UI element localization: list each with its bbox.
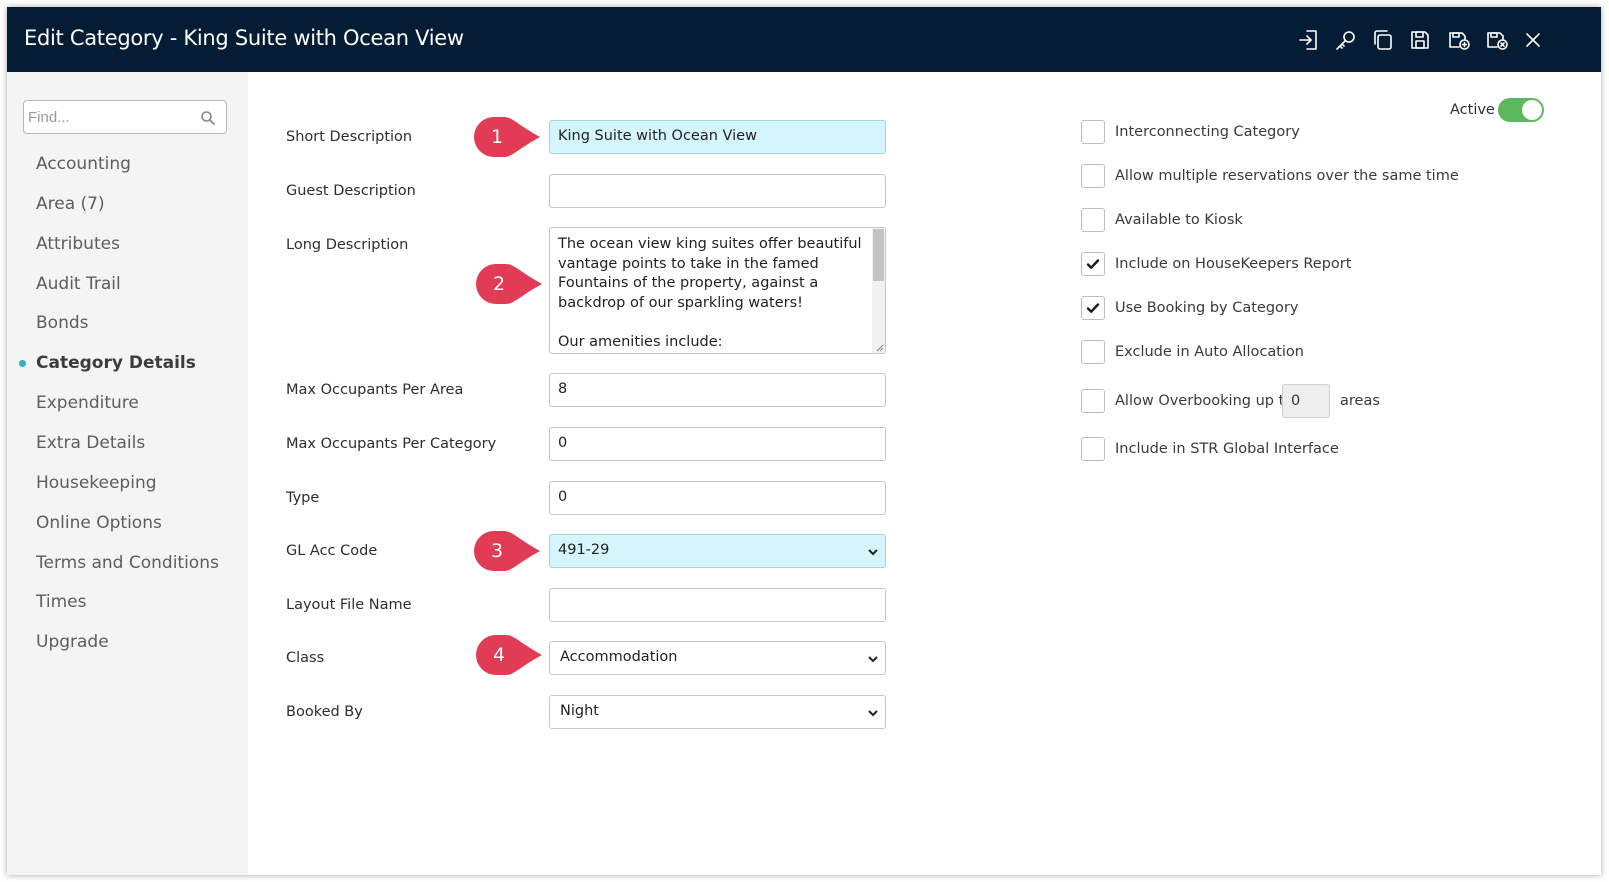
sidebar-item-expenditure[interactable]: Expenditure	[36, 393, 139, 413]
sidebar-item-times[interactable]: Times	[36, 592, 86, 612]
sidebar-item-attributes[interactable]: Attributes	[36, 234, 120, 254]
long-description-text: The ocean view king suites offer beautif…	[558, 236, 862, 350]
callout-badge-4: 4	[476, 635, 542, 675]
include-str-global-label: Include in STR Global Interface	[1115, 441, 1339, 457]
chevron-down-icon	[867, 546, 879, 558]
guest-description-label: Guest Description	[286, 183, 416, 199]
guest-description-input[interactable]	[549, 174, 886, 208]
class-select[interactable]: Accommodation	[549, 641, 886, 675]
toggle-knob	[1522, 100, 1542, 120]
sidebar-item-online-options[interactable]: Online Options	[36, 513, 162, 533]
interconnecting-category-label: Interconnecting Category	[1115, 124, 1300, 140]
short-description-label: Short Description	[286, 129, 413, 145]
category-details-form: Short Description King Suite with Ocean …	[248, 72, 1601, 875]
textarea-scrollbar[interactable]	[872, 228, 885, 353]
overbooking-areas-input[interactable]: 0	[1282, 384, 1330, 418]
save-new-icon[interactable]	[1446, 27, 1472, 53]
layout-file-name-label: Layout File Name	[286, 597, 412, 613]
sidebar-item-upgrade[interactable]: Upgrade	[36, 632, 109, 652]
sidebar-item-bonds[interactable]: Bonds	[36, 313, 89, 333]
active-toggle[interactable]	[1498, 98, 1544, 122]
sidebar-item-area[interactable]: Area (7)	[36, 194, 105, 214]
close-icon[interactable]	[1520, 27, 1546, 53]
checkmark-icon	[1086, 259, 1100, 269]
max-occupants-area-input[interactable]: 8	[549, 373, 886, 407]
allow-multiple-reservations-label: Allow multiple reservations over the sam…	[1115, 168, 1459, 184]
title-bar: Edit Category - King Suite with Ocean Vi…	[7, 7, 1601, 72]
window-title: Edit Category - King Suite with Ocean Vi…	[24, 26, 464, 50]
allow-overbooking-label: Allow Overbooking up to	[1115, 393, 1294, 409]
active-indicator-dot	[19, 360, 26, 367]
use-booking-by-category-label: Use Booking by Category	[1115, 300, 1299, 316]
long-description-label: Long Description	[286, 237, 409, 253]
allow-multiple-reservations-checkbox[interactable]	[1081, 164, 1105, 188]
import-icon[interactable]	[1296, 27, 1322, 53]
search-input[interactable]	[28, 107, 188, 127]
booked-by-select[interactable]: Night	[549, 695, 886, 729]
gl-acc-code-select[interactable]: 491-29	[549, 534, 886, 568]
search-icon[interactable]	[200, 110, 216, 126]
class-value: Accommodation	[560, 649, 678, 665]
booked-by-label: Booked By	[286, 704, 363, 720]
layout-file-name-input[interactable]	[549, 588, 886, 622]
max-occupants-area-label: Max Occupants Per Area	[286, 382, 464, 398]
sidebar-item-category-details[interactable]: Category Details	[36, 353, 196, 373]
callout-badge-3: 3	[474, 531, 540, 571]
chevron-down-icon	[867, 653, 879, 665]
copy-icon[interactable]	[1370, 27, 1396, 53]
scrollbar-thumb[interactable]	[873, 229, 884, 281]
interconnecting-category-checkbox[interactable]	[1081, 120, 1105, 144]
allow-overbooking-checkbox[interactable]	[1081, 389, 1105, 413]
max-occupants-category-input[interactable]: 0	[549, 427, 886, 461]
exclude-auto-allocation-checkbox[interactable]	[1081, 340, 1105, 364]
save-icon[interactable]	[1407, 27, 1433, 53]
sidebar-item-audit-trail[interactable]: Audit Trail	[36, 274, 121, 294]
sidebar-item-terms-and-conditions[interactable]: Terms and Conditions	[36, 553, 219, 573]
long-description-textarea[interactable]: The ocean view king suites offer beautif…	[549, 227, 886, 354]
search-box	[23, 100, 227, 134]
sidebar-item-accounting[interactable]: Accounting	[36, 154, 131, 174]
available-to-kiosk-checkbox[interactable]	[1081, 208, 1105, 232]
short-description-input[interactable]: King Suite with Ocean View	[549, 120, 886, 154]
resize-grip-icon[interactable]	[874, 342, 884, 352]
edit-category-window: Edit Category - King Suite with Ocean Vi…	[7, 7, 1601, 875]
include-housekeepers-report-label: Include on HouseKeepers Report	[1115, 256, 1352, 272]
exclude-auto-allocation-label: Exclude in Auto Allocation	[1115, 344, 1304, 360]
sidebar-item-housekeeping[interactable]: Housekeeping	[36, 473, 157, 493]
gl-acc-code-value: 491-29	[558, 542, 610, 558]
gl-acc-code-label: GL Acc Code	[286, 543, 378, 559]
callout-badge-2: 2	[476, 264, 542, 304]
save-close-icon[interactable]	[1484, 27, 1510, 53]
chevron-down-icon	[867, 707, 879, 719]
include-housekeepers-report-checkbox[interactable]	[1081, 252, 1105, 276]
type-label: Type	[286, 490, 320, 506]
checkmark-icon	[1086, 303, 1100, 313]
overbooking-areas-suffix: areas	[1340, 393, 1380, 409]
type-input[interactable]: 0	[549, 481, 886, 515]
max-occupants-category-label: Max Occupants Per Category	[286, 436, 497, 452]
booked-by-value: Night	[560, 703, 599, 719]
key-icon[interactable]	[1333, 27, 1359, 53]
use-booking-by-category-checkbox[interactable]	[1081, 296, 1105, 320]
include-str-global-checkbox[interactable]	[1081, 437, 1105, 461]
callout-badge-1: 1	[474, 117, 540, 157]
active-label: Active	[1450, 102, 1495, 118]
sidebar-item-extra-details[interactable]: Extra Details	[36, 433, 145, 453]
sidebar: Accounting Area (7) Attributes Audit Tra…	[7, 72, 248, 875]
available-to-kiosk-label: Available to Kiosk	[1115, 212, 1243, 228]
class-label: Class	[286, 650, 325, 666]
